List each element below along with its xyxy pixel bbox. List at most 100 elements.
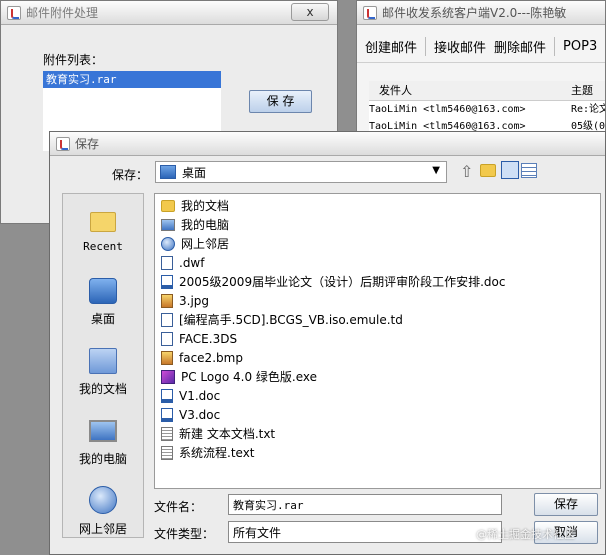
file-name: 2005级2009届毕业论文（设计）后期评审阶段工作安排.doc — [179, 275, 506, 289]
text-file-icon — [161, 445, 173, 460]
file-list-item[interactable]: 系统流程.text — [155, 443, 600, 462]
mail-table: 发件人 主题 TaoLiMin <tlm5460@163.com> Re:论文 … — [369, 81, 605, 135]
file-list-item[interactable]: face2.bmp — [155, 348, 600, 367]
save-dialog-title: 保存 — [75, 137, 100, 151]
receive-mail-button[interactable]: 接收邮件 — [426, 37, 490, 56]
attachment-window-title: 邮件附件处理 — [26, 6, 99, 20]
file-list-item[interactable]: .dwf — [155, 253, 600, 272]
filetype-select[interactable]: 所有文件 — [228, 521, 502, 543]
place-recent[interactable]: Recent — [63, 204, 143, 264]
file-icon — [161, 312, 173, 327]
save-dialog-titlebar[interactable]: 保存 — [50, 132, 605, 156]
file-list-item[interactable]: FACE.3DS — [155, 329, 600, 348]
column-sender[interactable]: 发件人 — [369, 81, 569, 100]
file-list-item[interactable]: V1.doc — [155, 386, 600, 405]
filename-label: 文件名： — [154, 500, 203, 514]
pop3-button[interactable]: POP3 — [555, 39, 597, 54]
file-name: .dwf — [179, 255, 205, 270]
table-row[interactable]: TaoLiMin <tlm5460@163.com> Re:论文 — [369, 101, 605, 118]
file-name: 网上邻居 — [181, 237, 230, 251]
desktop-icon — [160, 165, 176, 179]
image-icon — [161, 293, 173, 308]
file-name: face2.bmp — [179, 350, 243, 365]
file-name: V3.doc — [179, 407, 221, 422]
my-documents-icon — [89, 348, 117, 374]
attachment-save-button[interactable]: 保 存 — [249, 90, 312, 113]
file-list-item[interactable]: V3.doc — [155, 405, 600, 424]
new-folder-icon[interactable] — [480, 164, 496, 177]
look-in-value: 桌面 — [182, 165, 207, 180]
java-icon — [7, 5, 21, 20]
up-one-level-icon[interactable]: ⇧ — [460, 162, 473, 181]
word-doc-icon — [161, 407, 173, 422]
text-file-icon — [161, 426, 173, 441]
close-button[interactable]: x — [291, 3, 329, 21]
image-icon — [161, 350, 173, 365]
place-my-computer[interactable]: 我的电脑 — [63, 414, 143, 474]
file-list-item[interactable]: 我的文档 — [155, 196, 600, 215]
word-doc-icon — [161, 388, 173, 403]
attachment-window-titlebar[interactable]: 邮件附件处理 x — [1, 1, 337, 25]
file-name: 3.jpg — [179, 293, 210, 308]
list-view-icon[interactable] — [501, 161, 519, 179]
mail-table-header: 发件人 主题 — [369, 81, 605, 101]
chevron-down-icon: ▼ — [432, 165, 440, 176]
details-view-icon[interactable] — [521, 163, 537, 178]
file-name: [编程高手.5CD].BCGS_VB.iso.emule.td — [179, 313, 403, 327]
save-button[interactable]: 保存 — [534, 493, 598, 516]
exe-icon — [161, 369, 175, 384]
watermark: @稀土掘金技术社区 — [476, 528, 575, 541]
file-name: 新建 文本文档.txt — [179, 427, 276, 441]
file-list-item[interactable]: PC Logo 4.0 绿色版.exe — [155, 367, 600, 386]
place-desktop[interactable]: 桌面 — [63, 274, 143, 334]
my-computer-icon — [89, 420, 117, 442]
file-list-item[interactable]: 网上邻居 — [155, 234, 600, 253]
create-mail-button[interactable]: 创建邮件 — [357, 37, 427, 56]
filetype-label: 文件类型： — [154, 527, 215, 541]
look-in-combo[interactable]: 桌面 ▼ — [155, 161, 447, 183]
mail-toolbar: 创建邮件 接收邮件 删除邮件 POP3 — [357, 31, 605, 63]
file-icon — [161, 255, 173, 270]
java-icon — [363, 5, 377, 20]
file-list[interactable]: 我的文档我的电脑网上邻居 .dwf 2005级2009届毕业论文（设计）后期评审阶段… — [154, 193, 601, 489]
delete-mail-button[interactable]: 删除邮件 — [490, 37, 556, 56]
place-label: Recent — [83, 240, 123, 253]
filename-value: 教育实习.rar — [233, 498, 304, 512]
network-icon — [161, 236, 175, 251]
word-doc-icon — [161, 274, 173, 289]
file-name: 我的文档 — [181, 199, 230, 213]
computer-icon — [161, 218, 175, 231]
place-label: 桌面 — [90, 312, 115, 326]
mail-window-title: 邮件收发系统客户端V2.0---陈艳敏 — [382, 6, 567, 20]
java-icon — [56, 136, 70, 151]
file-list-item[interactable]: 新建 文本文档.txt — [155, 424, 600, 443]
file-list-item[interactable]: [编程高手.5CD].BCGS_VB.iso.emule.td — [155, 310, 600, 329]
file-list-item[interactable]: 我的电脑 — [155, 215, 600, 234]
file-name: FACE.3DS — [179, 331, 238, 346]
column-subject[interactable]: 主题 — [569, 81, 593, 100]
file-rows: 我的文档我的电脑网上邻居 .dwf 2005级2009届毕业论文（设计）后期评审阶段… — [155, 194, 600, 462]
file-name: 我的电脑 — [181, 218, 230, 232]
folder-icon — [161, 199, 175, 212]
file-name: 系统流程.text — [179, 446, 255, 460]
recent-folder-icon — [90, 212, 116, 232]
attachment-list-label: 附件列表： — [43, 53, 104, 67]
file-list-item[interactable]: 3.jpg — [155, 291, 600, 310]
file-name: V1.doc — [179, 388, 221, 403]
places-bar: Recent 桌面 我的文档 我的电脑 网上邻居 — [62, 193, 144, 538]
filetype-value: 所有文件 — [233, 525, 282, 540]
file-list-item[interactable]: 2005级2009届毕业论文（设计）后期评审阶段工作安排.doc — [155, 272, 600, 291]
mail-window-titlebar[interactable]: 邮件收发系统客户端V2.0---陈艳敏 — [357, 1, 605, 25]
row-sender: TaoLiMin <tlm5460@163.com> — [369, 104, 526, 115]
file-name: PC Logo 4.0 绿色版.exe — [181, 370, 318, 384]
place-network[interactable]: 网上邻居 — [63, 484, 143, 544]
mail-client-window: 邮件收发系统客户端V2.0---陈艳敏 创建邮件 接收邮件 删除邮件 POP3 … — [356, 0, 606, 136]
file-icon — [161, 331, 173, 346]
filename-field[interactable]: 教育实习.rar — [228, 494, 502, 515]
look-in-label: 保存： — [112, 168, 149, 182]
place-label: 我的文档 — [78, 382, 127, 396]
place-label: 我的电脑 — [78, 452, 127, 466]
desktop-icon — [89, 278, 117, 304]
place-my-documents[interactable]: 我的文档 — [63, 344, 143, 404]
attachment-item[interactable]: 教育实习.rar — [43, 71, 221, 88]
